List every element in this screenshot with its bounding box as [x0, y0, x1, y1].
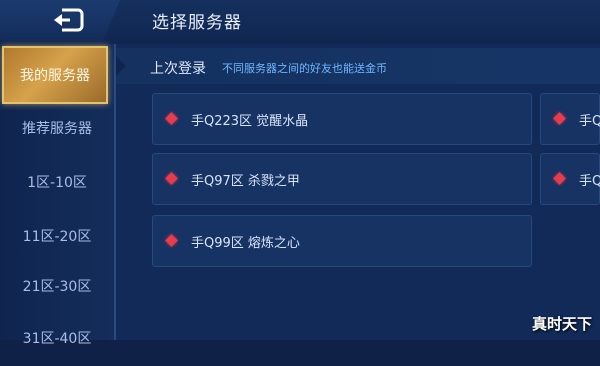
back-arrow-icon — [54, 8, 84, 32]
last-login-bar: 上次登录 不同服务器之间的好友也能送金币 — [116, 48, 600, 84]
server-card[interactable]: 手Q — [540, 93, 600, 145]
sidebar-item-zone-1-10[interactable]: 1区-10区 — [0, 154, 114, 210]
server-list-panel: 上次登录 不同服务器之间的好友也能送金币 手Q223区 觉醒水晶 手Q97区 杀… — [116, 44, 600, 340]
status-diamond-icon — [553, 172, 566, 185]
top-bar: 选择服务器 — [0, 0, 600, 44]
sidebar-item-zone-31-40[interactable]: 31区-40区 — [0, 310, 114, 366]
sidebar-item-recommended[interactable]: 推荐服务器 — [0, 100, 114, 156]
sidebar-item-zone-21-30[interactable]: 21区-30区 — [0, 258, 114, 314]
server-name: 手Q223区 觉醒水晶 — [191, 114, 309, 129]
notch-indicator — [116, 56, 126, 76]
last-login-label: 上次登录 — [150, 61, 206, 77]
watermark: 真时天下 — [531, 315, 592, 333]
page-title: 选择服务器 — [152, 13, 242, 33]
status-diamond-icon — [165, 172, 178, 185]
status-diamond-icon — [165, 112, 178, 125]
sidebar-item-my-servers[interactable]: 我的服务器 — [2, 46, 108, 104]
sidebar-item-zone-11-20[interactable]: 11区-20区 — [0, 208, 114, 264]
server-card[interactable]: 手Q — [540, 153, 600, 205]
last-login-note: 不同服务器之间的好友也能送金币 — [222, 62, 387, 75]
server-name: 手Q99区 熔炼之心 — [191, 236, 300, 251]
back-button[interactable] — [0, 0, 120, 40]
server-name: 手Q — [579, 114, 600, 129]
status-diamond-icon — [553, 112, 566, 125]
status-diamond-icon — [165, 234, 178, 247]
server-name: 手Q — [579, 174, 600, 189]
server-card[interactable]: 手Q99区 熔炼之心 — [152, 215, 532, 267]
server-sidebar: 我的服务器 推荐服务器 1区-10区 11区-20区 21区-30区 31区-4… — [0, 44, 114, 347]
server-card[interactable]: 手Q223区 觉醒水晶 — [152, 93, 532, 145]
server-card[interactable]: 手Q97区 杀戮之甲 — [152, 153, 532, 205]
server-name: 手Q97区 杀戮之甲 — [191, 174, 300, 189]
